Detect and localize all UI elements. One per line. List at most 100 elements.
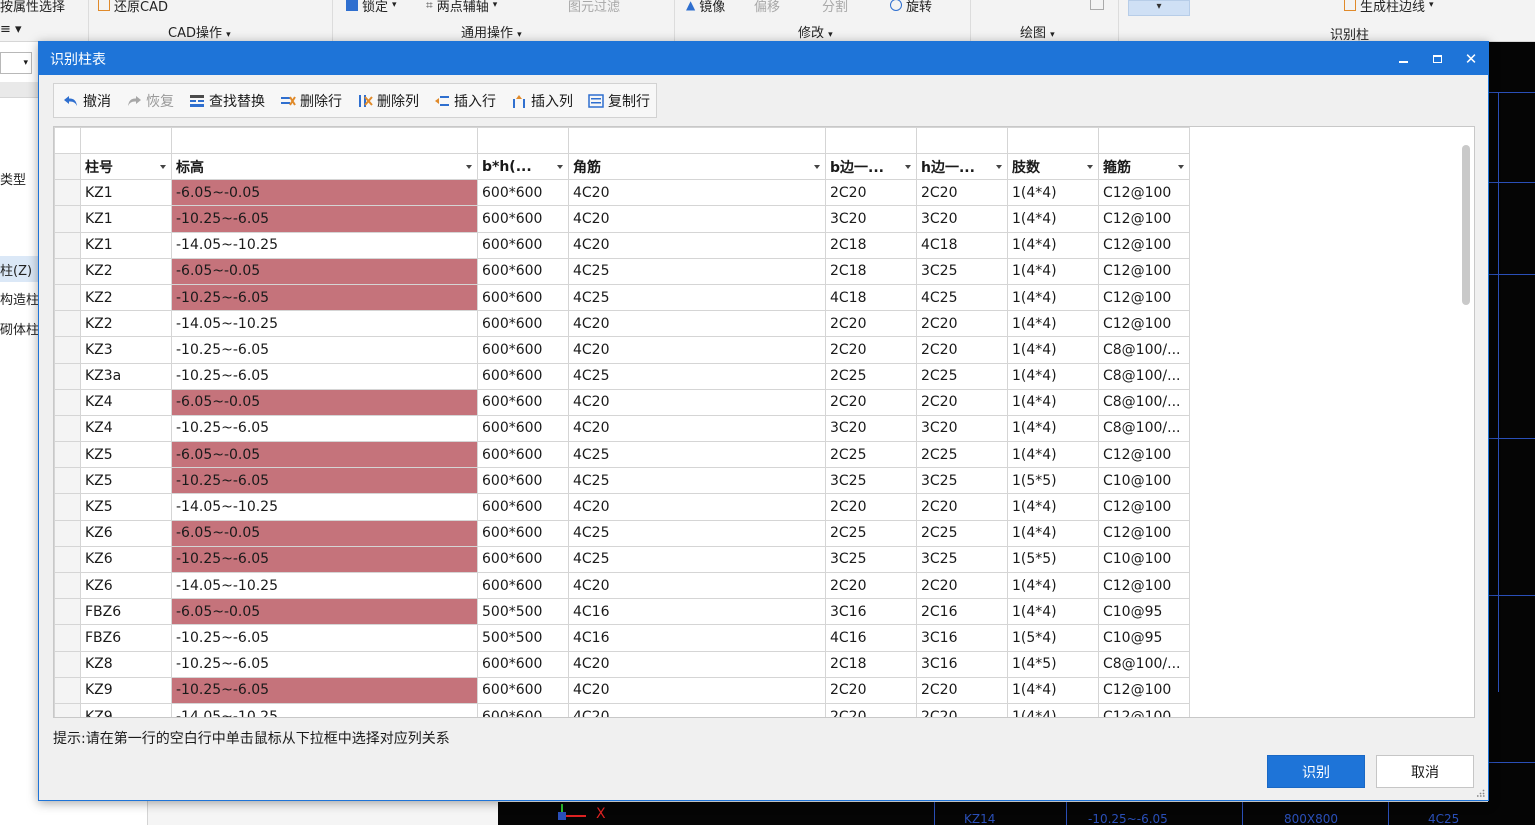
- table-cell[interactable]: 4C20: [568, 336, 826, 364]
- table-cell[interactable]: KZ6: [80, 571, 172, 600]
- table-cell[interactable]: 2C20: [916, 702, 1008, 717]
- table-cell[interactable]: 2C20: [825, 676, 917, 704]
- table-cell[interactable]: 1(5*5): [1007, 545, 1099, 574]
- resize-grip-icon[interactable]: [1477, 789, 1485, 797]
- table-cell[interactable]: 2C20: [825, 310, 917, 338]
- row-header-cell[interactable]: [54, 231, 81, 259]
- table-cell[interactable]: 1(4*4): [1007, 231, 1099, 259]
- table-cell[interactable]: 4C20: [568, 414, 826, 443]
- table-cell[interactable]: 4C20: [568, 650, 826, 678]
- table-cell[interactable]: KZ6: [80, 519, 172, 547]
- table-cell[interactable]: 1(4*4): [1007, 702, 1099, 717]
- table-cell[interactable]: KZ6: [80, 545, 172, 574]
- tree-item-type[interactable]: 类型: [0, 169, 26, 188]
- column-header-dropdown[interactable]: 柱号: [80, 152, 172, 181]
- row-header-cell[interactable]: [54, 676, 81, 704]
- row-header-cell[interactable]: [54, 205, 81, 233]
- table-row[interactable]: KZ2 -6.05~-0.05 600*600 4C25 2C18 3C25 1(4*4) C…: [54, 257, 1190, 285]
- table-cell[interactable]: -10.25~-6.05: [171, 414, 478, 443]
- table-cell[interactable]: C8@100/...: [1098, 388, 1190, 416]
- table-row[interactable]: KZ5 -10.25~-6.05 600*600 4C25 3C25 3C25 1(5*5)…: [54, 467, 1190, 495]
- table-cell[interactable]: 4C25: [568, 362, 826, 390]
- table-row[interactable]: KZ6 -10.25~-6.05 600*600 4C25 3C25 3C25 1(5*5)…: [54, 545, 1190, 574]
- table-cell[interactable]: KZ2: [80, 257, 172, 285]
- table-cell[interactable]: 1(4*4): [1007, 388, 1099, 416]
- offset-button[interactable]: 偏移: [754, 0, 780, 15]
- table-cell[interactable]: 1(4*4): [1007, 493, 1099, 521]
- draw-tool-icon[interactable]: [1090, 0, 1104, 10]
- table-cell[interactable]: KZ5: [80, 467, 172, 495]
- row-header-cell[interactable]: [54, 467, 81, 495]
- twopoint-aux-button[interactable]: ⌗ 两点辅轴 ▾: [426, 0, 497, 15]
- row-header-cell[interactable]: [54, 598, 81, 626]
- table-cell[interactable]: 500*500: [477, 624, 569, 652]
- row-header-cell[interactable]: [54, 545, 81, 574]
- attr-select-button[interactable]: 按属性选择: [0, 0, 65, 15]
- table-cell[interactable]: KZ1: [80, 231, 172, 259]
- group-cad-ops[interactable]: CAD操作 ▾: [168, 22, 231, 41]
- table-cell[interactable]: 600*600: [477, 676, 569, 704]
- cad-canvas-bottom[interactable]: X KZ14 -10.25~-6.05 800X800 4C25: [498, 802, 1535, 825]
- column-table-grid[interactable]: 柱号 标高 b*h(... 角筋 b边一... h边一... 肢数 箍筋 KZ1 -6.05~-0…: [53, 126, 1475, 718]
- row-header-cell[interactable]: [54, 336, 81, 364]
- table-cell[interactable]: 4C20: [568, 310, 826, 338]
- table-cell[interactable]: 1(4*4): [1007, 362, 1099, 390]
- table-cell[interactable]: KZ4: [80, 388, 172, 416]
- column-header-dropdown[interactable]: h边一...: [916, 152, 1008, 181]
- table-row[interactable]: FBZ6 -10.25~-6.05 500*500 4C16 4C16 3C16 1(5*4…: [54, 624, 1190, 652]
- recognize-button[interactable]: 识别: [1267, 755, 1365, 788]
- table-cell[interactable]: 4C20: [568, 571, 826, 600]
- table-cell[interactable]: KZ1: [80, 179, 172, 207]
- table-cell[interactable]: 2C20: [916, 388, 1008, 416]
- table-cell[interactable]: 600*600: [477, 283, 569, 312]
- column-header-dropdown[interactable]: 箍筋: [1098, 152, 1190, 181]
- table-cell[interactable]: 3C20: [916, 414, 1008, 443]
- table-cell[interactable]: 2C20: [916, 676, 1008, 704]
- table-cell[interactable]: 1(4*4): [1007, 519, 1099, 547]
- table-cell[interactable]: 4C20: [568, 388, 826, 416]
- table-cell[interactable]: C10@100: [1098, 467, 1190, 495]
- table-cell[interactable]: C12@100: [1098, 179, 1190, 207]
- column-header-dropdown[interactable]: b*h(...: [477, 152, 569, 181]
- table-cell[interactable]: 1(4*4): [1007, 571, 1099, 600]
- table-cell[interactable]: 4C25: [568, 519, 826, 547]
- table-cell[interactable]: KZ2: [80, 310, 172, 338]
- table-cell[interactable]: 2C20: [916, 310, 1008, 338]
- copy-row-button[interactable]: 复制行: [588, 91, 650, 111]
- table-cell[interactable]: 1(4*4): [1007, 179, 1099, 207]
- table-cell[interactable]: 3C16: [916, 650, 1008, 678]
- table-row[interactable]: FBZ6 -6.05~-0.05 500*500 4C16 3C16 2C16 1(4*4)…: [54, 598, 1190, 626]
- table-cell[interactable]: 1(4*4): [1007, 205, 1099, 233]
- table-cell[interactable]: -14.05~-10.25: [171, 571, 478, 600]
- split-button[interactable]: 分割: [822, 0, 848, 15]
- column-mapping-cell[interactable]: [171, 127, 478, 154]
- row-header-cell[interactable]: [54, 519, 81, 547]
- rotate-button[interactable]: 旋转: [890, 0, 932, 15]
- table-cell[interactable]: KZ4: [80, 414, 172, 443]
- table-row[interactable]: KZ1 -10.25~-6.05 600*600 4C20 3C20 3C20 1(4*4)…: [54, 205, 1190, 233]
- table-cell[interactable]: 3C25: [825, 467, 917, 495]
- table-cell[interactable]: 1(4*4): [1007, 336, 1099, 364]
- table-cell[interactable]: 2C20: [825, 493, 917, 521]
- table-cell[interactable]: 4C16: [568, 598, 826, 626]
- table-cell[interactable]: 3C16: [916, 624, 1008, 652]
- dialog-titlebar[interactable]: 识别柱表 ✕: [39, 42, 1488, 75]
- group-modify[interactable]: 修改 ▾: [798, 22, 833, 41]
- table-cell[interactable]: -14.05~-10.25: [171, 493, 478, 521]
- minimize-button[interactable]: [1386, 42, 1420, 75]
- table-cell[interactable]: C12@100: [1098, 571, 1190, 600]
- table-cell[interactable]: 600*600: [477, 571, 569, 600]
- table-cell[interactable]: 2C18: [825, 231, 917, 259]
- column-header-dropdown[interactable]: 肢数: [1007, 152, 1099, 181]
- table-cell[interactable]: 3C25: [825, 545, 917, 574]
- table-cell[interactable]: 4C16: [568, 624, 826, 652]
- table-cell[interactable]: -10.25~-6.05: [171, 283, 478, 312]
- find-replace-button[interactable]: 查找替换: [189, 91, 265, 111]
- layer-filter-button[interactable]: 图元过滤: [568, 0, 620, 15]
- table-cell[interactable]: -14.05~-10.25: [171, 310, 478, 338]
- table-cell[interactable]: 3C20: [825, 205, 917, 233]
- table-cell[interactable]: 2C20: [825, 702, 917, 717]
- table-cell[interactable]: 4C18: [825, 283, 917, 312]
- delete-row-button[interactable]: 删除行: [280, 91, 342, 111]
- table-cell[interactable]: 600*600: [477, 702, 569, 717]
